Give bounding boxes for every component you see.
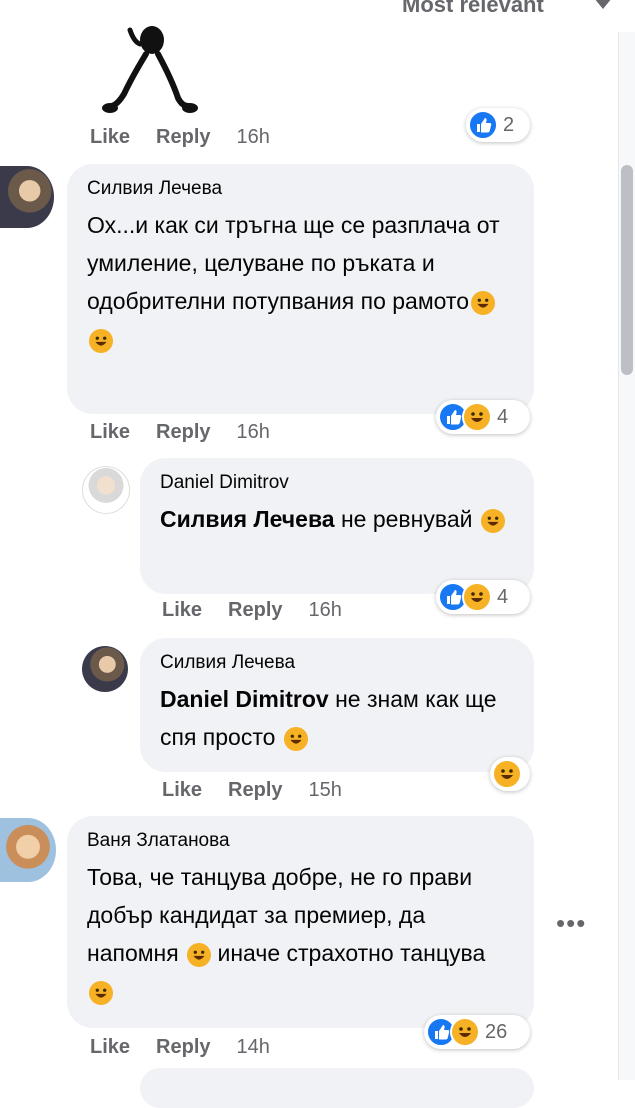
timestamp[interactable]: 14h — [237, 1036, 270, 1058]
avatar[interactable] — [82, 466, 130, 514]
timestamp[interactable]: 16h — [309, 599, 342, 621]
like-link[interactable]: Like — [162, 779, 202, 801]
haha-icon — [450, 1017, 480, 1047]
haha-icon — [462, 582, 492, 612]
comment-bubble: Силвия Лечева Daniel Dimitrov не знам ка… — [140, 638, 534, 772]
avatar[interactable] — [82, 646, 128, 692]
scrollbar-thumb[interactable] — [621, 165, 633, 375]
reaction-summary[interactable] — [490, 757, 530, 791]
timestamp[interactable]: 16h — [237, 126, 270, 148]
timestamp[interactable]: 15h — [309, 779, 342, 801]
reaction-count: 26 — [485, 1020, 508, 1043]
like-icon — [468, 110, 498, 140]
reaction-summary[interactable]: 2 — [466, 108, 530, 142]
reaction-summary[interactable]: 4 — [436, 400, 530, 434]
top-comment-actions: Like Reply 16h — [90, 126, 270, 149]
comment-actions: Like Reply 16h — [90, 421, 270, 444]
haha-icon — [492, 759, 522, 789]
comment-author[interactable]: Daniel Dimitrov — [160, 472, 514, 494]
reply-link[interactable]: Reply — [156, 126, 210, 148]
mention-link[interactable]: Силвия Лечева — [160, 506, 335, 532]
reaction-count: 2 — [503, 113, 515, 136]
comment-bubble: Daniel Dimitrov Силвия Лечева не ревнува… — [140, 458, 534, 594]
laughing-emoji-icon — [471, 290, 495, 315]
reply-link[interactable]: Reply — [156, 1036, 210, 1058]
reply-link[interactable]: Reply — [228, 599, 282, 621]
sort-dropdown-label[interactable]: Most relevant — [402, 0, 544, 18]
tears-of-joy-emoji-icon — [283, 726, 308, 751]
sticker-image — [102, 26, 198, 113]
comment-bubble: Силвия Лечева Ох...и как си тръгна ще се… — [67, 164, 534, 414]
avatar[interactable] — [0, 166, 54, 228]
like-link[interactable]: Like — [90, 126, 130, 148]
comment-author[interactable]: Ваня Златанова — [87, 830, 514, 852]
reply-link[interactable]: Reply — [156, 421, 210, 443]
avatar[interactable] — [0, 818, 56, 882]
reply-link[interactable]: Reply — [228, 779, 282, 801]
comment-actions: Like Reply 14h — [90, 1036, 270, 1059]
timestamp[interactable]: 16h — [237, 421, 270, 443]
comment-text: Това, че танцува добре, не го прави добъ… — [87, 858, 514, 1010]
reaction-count: 4 — [497, 585, 509, 608]
comment-author[interactable]: Силвия Лечева — [160, 652, 514, 674]
comment-bubble: Ваня Златанова Това, че танцува добре, н… — [67, 816, 534, 1028]
smile-emoji-icon — [89, 980, 113, 1005]
comment-text: Daniel Dimitrov не знам как ще спя прост… — [160, 686, 497, 751]
like-link[interactable]: Like — [162, 599, 202, 621]
comment-actions: Like Reply 16h — [162, 599, 342, 622]
haha-icon — [462, 402, 492, 432]
comment-author[interactable]: Силвия Лечева — [87, 178, 514, 200]
comment-bubble-partial — [140, 1068, 534, 1108]
sort-caret-icon[interactable] — [594, 0, 612, 9]
smirk-emoji-icon — [480, 508, 505, 533]
comment-text: Ох...и как си тръгна ще се разплача от у… — [87, 206, 514, 358]
more-options-icon[interactable]: ••• — [556, 908, 586, 939]
reaction-summary[interactable]: 4 — [436, 580, 530, 614]
reaction-count: 4 — [497, 405, 509, 428]
like-link[interactable]: Like — [90, 421, 130, 443]
smile-emoji-icon — [187, 942, 212, 967]
reaction-summary[interactable]: 26 — [424, 1015, 530, 1049]
mention-link[interactable]: Daniel Dimitrov — [160, 686, 329, 712]
like-link[interactable]: Like — [90, 1036, 130, 1058]
tears-of-joy-emoji-icon — [89, 328, 113, 353]
comment-text: Силвия Лечева не ревнувай — [160, 500, 514, 538]
comment-actions: Like Reply 15h — [162, 779, 342, 802]
